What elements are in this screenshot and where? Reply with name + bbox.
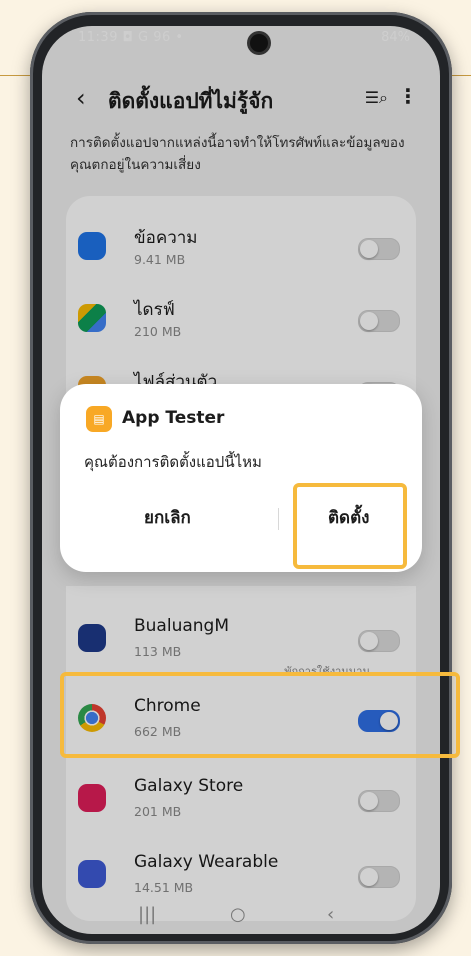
front-camera xyxy=(250,34,268,52)
app-tester-icon: ▤ xyxy=(86,406,112,432)
nav-back-icon[interactable]: ‹ xyxy=(327,904,334,925)
phone-screen: 11:39 ◘ G 96 • 84% ‹ ติดตั้งแอปที่ไม่รู้… xyxy=(42,26,440,934)
dialog-message: คุณต้องการติดตั้งแอปนี้ไหม xyxy=(84,453,262,471)
dialog-app-name: App Tester xyxy=(122,408,225,428)
chrome-row-highlight xyxy=(60,672,460,758)
system-nav-bar: ||| ○ ‹ xyxy=(42,894,440,934)
recents-icon[interactable]: ||| xyxy=(138,904,156,925)
install-button-highlight xyxy=(293,483,407,569)
dialog-divider xyxy=(278,508,279,530)
cancel-button[interactable]: ยกเลิก xyxy=(144,504,191,531)
home-icon[interactable]: ○ xyxy=(230,904,246,925)
